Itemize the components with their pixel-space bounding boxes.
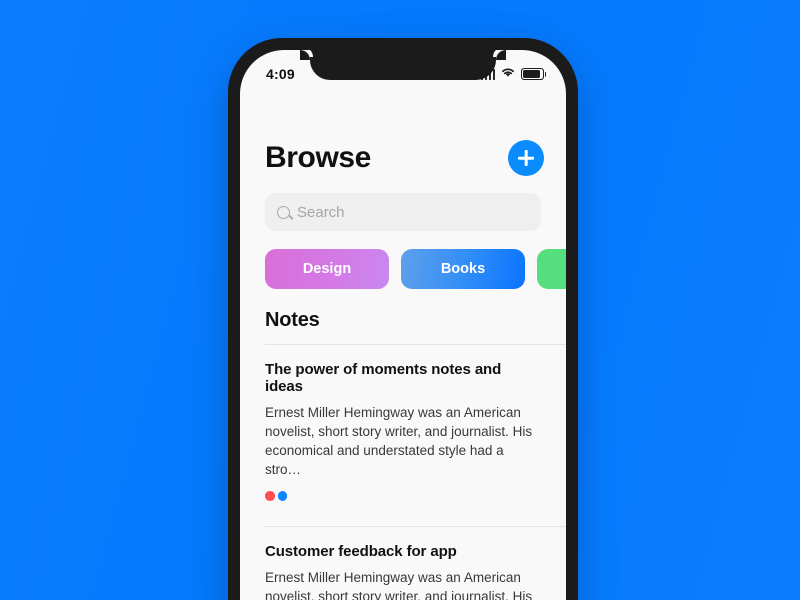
tag-dot [265,491,275,501]
page-header: Browse [240,90,566,176]
category-chip-label: Design [302,261,352,277]
note-body: Ernest Miller Hemingway was an American … [265,405,533,477]
category-chip-design[interactable]: Design [265,249,389,289]
category-chip-ideas[interactable]: Ideas [537,249,566,289]
category-chip-label: Books [440,261,486,277]
category-chip-row[interactable]: Design Books Ideas [240,249,566,289]
screen-content: Browse Search Design Books Ideas Note [240,90,566,600]
device-notch [300,50,506,80]
battery-icon [521,68,544,80]
wifi-icon [500,65,516,83]
note-body: Ernest Miller Hemingway was an American … [265,569,533,600]
note-title: Customer feedback for app [265,542,457,560]
note-list-item[interactable]: Customer feedback for app Ernest Miller … [240,527,566,600]
page-title: Browse [265,141,371,174]
search-placeholder: Search [297,203,345,221]
notes-section: Notes The power of moments notes and ide… [240,309,566,600]
status-bar-time: 4:09 [266,66,295,82]
phone-frame: 4:09 Browse Search Design Books Notes Th… [228,38,578,600]
search-input[interactable]: Search [265,193,541,231]
search-icon [277,205,290,219]
note-list-item[interactable]: The power of moments notes and ideas Ern… [240,345,566,514]
note-tag-dots [265,491,541,501]
note-title: The power of moments notes and ideas [265,361,502,395]
notes-heading: Notes [265,309,320,331]
add-note-button[interactable] [508,140,544,176]
tag-dot [277,491,287,501]
category-chip-books[interactable]: Books [401,249,525,289]
phone-screen: 4:09 Browse Search Design Books Notes Th… [240,50,566,600]
